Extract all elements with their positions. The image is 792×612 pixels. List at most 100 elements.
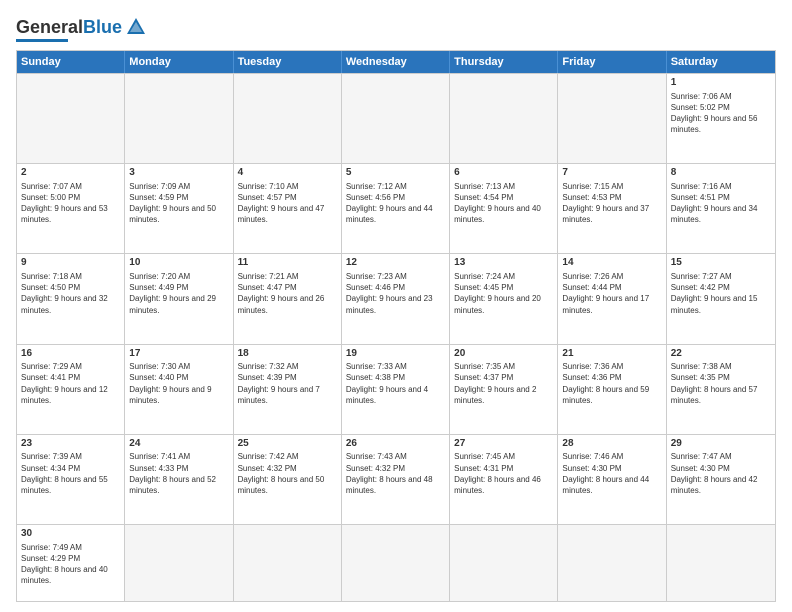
day-number: 5 [346,166,445,180]
day-number: 20 [454,347,553,361]
sun-info: Sunrise: 7:23 AMSunset: 4:46 PMDaylight:… [346,271,445,316]
day-number: 22 [671,347,771,361]
sun-info: Sunrise: 7:49 AMSunset: 4:29 PMDaylight:… [21,542,120,587]
sun-info: Sunrise: 7:06 AMSunset: 5:02 PMDaylight:… [671,91,771,136]
cal-cell-empty [234,525,342,601]
cal-cell-4: 4Sunrise: 7:10 AMSunset: 4:57 PMDaylight… [234,164,342,253]
sun-info: Sunrise: 7:18 AMSunset: 4:50 PMDaylight:… [21,271,120,316]
header: GeneralBlue [16,16,776,42]
sun-info: Sunrise: 7:16 AMSunset: 4:51 PMDaylight:… [671,181,771,226]
day-number: 25 [238,437,337,451]
cal-cell-8: 8Sunrise: 7:16 AMSunset: 4:51 PMDaylight… [667,164,775,253]
day-number: 9 [21,256,120,270]
cal-cell-empty [125,74,233,163]
cal-cell-empty [17,74,125,163]
cal-cell-10: 10Sunrise: 7:20 AMSunset: 4:49 PMDayligh… [125,254,233,343]
cal-cell-empty [667,525,775,601]
day-number: 28 [562,437,661,451]
day-number: 16 [21,347,120,361]
sun-info: Sunrise: 7:43 AMSunset: 4:32 PMDaylight:… [346,451,445,496]
sun-info: Sunrise: 7:29 AMSunset: 4:41 PMDaylight:… [21,361,120,406]
cal-cell-25: 25Sunrise: 7:42 AMSunset: 4:32 PMDayligh… [234,435,342,524]
cal-cell-empty [342,74,450,163]
header-friday: Friday [558,51,666,73]
day-number: 21 [562,347,661,361]
day-number: 1 [671,76,771,90]
sun-info: Sunrise: 7:07 AMSunset: 5:00 PMDaylight:… [21,181,120,226]
sun-info: Sunrise: 7:36 AMSunset: 4:36 PMDaylight:… [562,361,661,406]
cal-cell-29: 29Sunrise: 7:47 AMSunset: 4:30 PMDayligh… [667,435,775,524]
week-row-1: 1Sunrise: 7:06 AMSunset: 5:02 PMDaylight… [17,73,775,163]
cal-cell-13: 13Sunrise: 7:24 AMSunset: 4:45 PMDayligh… [450,254,558,343]
header-tuesday: Tuesday [234,51,342,73]
cal-cell-1: 1Sunrise: 7:06 AMSunset: 5:02 PMDaylight… [667,74,775,163]
day-number: 6 [454,166,553,180]
cal-cell-empty [450,74,558,163]
sun-info: Sunrise: 7:27 AMSunset: 4:42 PMDaylight:… [671,271,771,316]
sun-info: Sunrise: 7:15 AMSunset: 4:53 PMDaylight:… [562,181,661,226]
day-number: 17 [129,347,228,361]
cal-cell-16: 16Sunrise: 7:29 AMSunset: 4:41 PMDayligh… [17,345,125,434]
cal-cell-24: 24Sunrise: 7:41 AMSunset: 4:33 PMDayligh… [125,435,233,524]
cal-cell-14: 14Sunrise: 7:26 AMSunset: 4:44 PMDayligh… [558,254,666,343]
day-number: 13 [454,256,553,270]
cal-cell-9: 9Sunrise: 7:18 AMSunset: 4:50 PMDaylight… [17,254,125,343]
cal-cell-23: 23Sunrise: 7:39 AMSunset: 4:34 PMDayligh… [17,435,125,524]
calendar-page: GeneralBlue Sunday Monday Tuesday Wednes… [0,0,792,612]
day-number: 14 [562,256,661,270]
cal-cell-empty [234,74,342,163]
day-number: 3 [129,166,228,180]
header-wednesday: Wednesday [342,51,450,73]
cal-cell-2: 2Sunrise: 7:07 AMSunset: 5:00 PMDaylight… [17,164,125,253]
day-number: 15 [671,256,771,270]
cal-cell-20: 20Sunrise: 7:35 AMSunset: 4:37 PMDayligh… [450,345,558,434]
sun-info: Sunrise: 7:10 AMSunset: 4:57 PMDaylight:… [238,181,337,226]
cal-cell-empty [558,74,666,163]
cal-cell-18: 18Sunrise: 7:32 AMSunset: 4:39 PMDayligh… [234,345,342,434]
cal-cell-26: 26Sunrise: 7:43 AMSunset: 4:32 PMDayligh… [342,435,450,524]
cal-cell-27: 27Sunrise: 7:45 AMSunset: 4:31 PMDayligh… [450,435,558,524]
sun-info: Sunrise: 7:26 AMSunset: 4:44 PMDaylight:… [562,271,661,316]
logo-underline [16,39,68,42]
calendar-header: Sunday Monday Tuesday Wednesday Thursday… [17,51,775,73]
sun-info: Sunrise: 7:41 AMSunset: 4:33 PMDaylight:… [129,451,228,496]
logo: GeneralBlue [16,16,147,42]
day-number: 27 [454,437,553,451]
sun-info: Sunrise: 7:12 AMSunset: 4:56 PMDaylight:… [346,181,445,226]
cal-cell-3: 3Sunrise: 7:09 AMSunset: 4:59 PMDaylight… [125,164,233,253]
logo-text: GeneralBlue [16,17,122,38]
day-number: 23 [21,437,120,451]
header-saturday: Saturday [667,51,775,73]
day-number: 7 [562,166,661,180]
cal-cell-7: 7Sunrise: 7:15 AMSunset: 4:53 PMDaylight… [558,164,666,253]
cal-cell-30: 30Sunrise: 7:49 AMSunset: 4:29 PMDayligh… [17,525,125,601]
day-number: 29 [671,437,771,451]
sun-info: Sunrise: 7:13 AMSunset: 4:54 PMDaylight:… [454,181,553,226]
sun-info: Sunrise: 7:30 AMSunset: 4:40 PMDaylight:… [129,361,228,406]
header-sunday: Sunday [17,51,125,73]
day-number: 12 [346,256,445,270]
day-number: 11 [238,256,337,270]
logo-icon [125,16,147,38]
sun-info: Sunrise: 7:35 AMSunset: 4:37 PMDaylight:… [454,361,553,406]
week-row-3: 9Sunrise: 7:18 AMSunset: 4:50 PMDaylight… [17,253,775,343]
day-number: 8 [671,166,771,180]
cal-cell-empty [558,525,666,601]
sun-info: Sunrise: 7:47 AMSunset: 4:30 PMDaylight:… [671,451,771,496]
sun-info: Sunrise: 7:39 AMSunset: 4:34 PMDaylight:… [21,451,120,496]
cal-cell-19: 19Sunrise: 7:33 AMSunset: 4:38 PMDayligh… [342,345,450,434]
sun-info: Sunrise: 7:24 AMSunset: 4:45 PMDaylight:… [454,271,553,316]
day-number: 19 [346,347,445,361]
cal-cell-21: 21Sunrise: 7:36 AMSunset: 4:36 PMDayligh… [558,345,666,434]
cal-cell-15: 15Sunrise: 7:27 AMSunset: 4:42 PMDayligh… [667,254,775,343]
week-row-6: 30Sunrise: 7:49 AMSunset: 4:29 PMDayligh… [17,524,775,601]
cal-cell-empty [450,525,558,601]
cal-cell-5: 5Sunrise: 7:12 AMSunset: 4:56 PMDaylight… [342,164,450,253]
sun-info: Sunrise: 7:45 AMSunset: 4:31 PMDaylight:… [454,451,553,496]
cal-cell-17: 17Sunrise: 7:30 AMSunset: 4:40 PMDayligh… [125,345,233,434]
week-row-4: 16Sunrise: 7:29 AMSunset: 4:41 PMDayligh… [17,344,775,434]
sun-info: Sunrise: 7:46 AMSunset: 4:30 PMDaylight:… [562,451,661,496]
cal-cell-12: 12Sunrise: 7:23 AMSunset: 4:46 PMDayligh… [342,254,450,343]
header-monday: Monday [125,51,233,73]
calendar-body: 1Sunrise: 7:06 AMSunset: 5:02 PMDaylight… [17,73,775,601]
